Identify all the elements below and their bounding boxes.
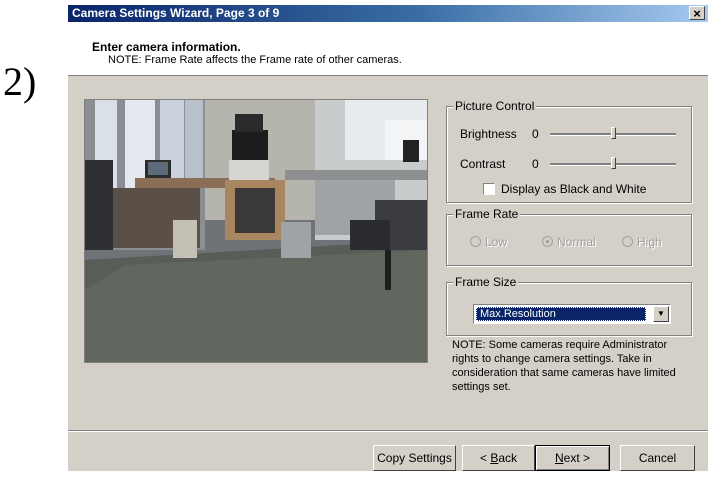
frame-size-selected: Max.Resolution: [476, 307, 646, 321]
frame-size-dropdown[interactable]: Max.Resolution ▼: [473, 304, 671, 324]
close-button[interactable]: ×: [689, 6, 705, 21]
dropdown-arrow-button[interactable]: ▼: [653, 306, 669, 322]
title-bar[interactable]: Camera Settings Wizard, Page 3 of 9 ×: [68, 5, 708, 22]
contrast-slider-thumb[interactable]: [611, 157, 616, 169]
copy-settings-button[interactable]: Copy Settings: [373, 445, 456, 471]
button-divider: [68, 430, 708, 432]
camera-preview: [84, 99, 428, 363]
frame-rate-normal-label[interactable]: Normal: [557, 235, 596, 249]
frame-rate-note: NOTE: Frame Rate affects the Frame rate …: [108, 54, 402, 66]
camera-settings-wizard-dialog: Camera Settings Wizard, Page 3 of 9 × En…: [68, 5, 708, 471]
step-label: 2): [3, 59, 37, 104]
contrast-label: Contrast: [460, 157, 506, 171]
close-icon: ×: [693, 6, 701, 21]
black-and-white-label[interactable]: Display as Black and White: [501, 182, 646, 196]
window-title: Camera Settings Wizard, Page 3 of 9: [72, 6, 280, 20]
administrator-note: NOTE: Some cameras require Administrator…: [452, 339, 676, 393]
chevron-down-icon: ▼: [657, 309, 665, 318]
frame-rate-normal-radio[interactable]: [542, 236, 553, 247]
brightness-slider-thumb[interactable]: [611, 127, 616, 139]
black-and-white-checkbox[interactable]: [483, 183, 495, 195]
contrast-value: 0: [532, 157, 539, 171]
back-button-rest: ack: [498, 451, 518, 465]
camera-preview-image: [85, 100, 427, 362]
frame-size-legend: Frame Size: [453, 275, 519, 289]
picture-control-group: Picture Control Brightness 0 Contrast 0 …: [446, 99, 692, 203]
frame-rate-group: Frame Rate Low Normal High: [446, 207, 692, 266]
next-button-accel: N: [554, 451, 564, 465]
frame-rate-high-label[interactable]: High: [637, 235, 662, 249]
back-button-prefix: <: [479, 451, 491, 465]
frame-rate-high-radio[interactable]: [622, 236, 633, 247]
picture-control-legend: Picture Control: [453, 99, 537, 113]
wizard-header: Enter camera information. NOTE: Frame Ra…: [68, 22, 708, 76]
brightness-label: Brightness: [460, 127, 517, 141]
page-heading: Enter camera information.: [92, 40, 241, 54]
next-button[interactable]: Next >: [535, 445, 610, 471]
next-button-rest: ext >: [563, 451, 591, 465]
frame-rate-low-label[interactable]: Low: [485, 235, 507, 249]
cancel-button[interactable]: Cancel: [620, 445, 695, 471]
frame-rate-legend: Frame Rate: [453, 207, 521, 221]
back-button[interactable]: < Back: [462, 445, 535, 471]
brightness-value: 0: [532, 127, 539, 141]
frame-rate-low-radio[interactable]: [470, 236, 481, 247]
